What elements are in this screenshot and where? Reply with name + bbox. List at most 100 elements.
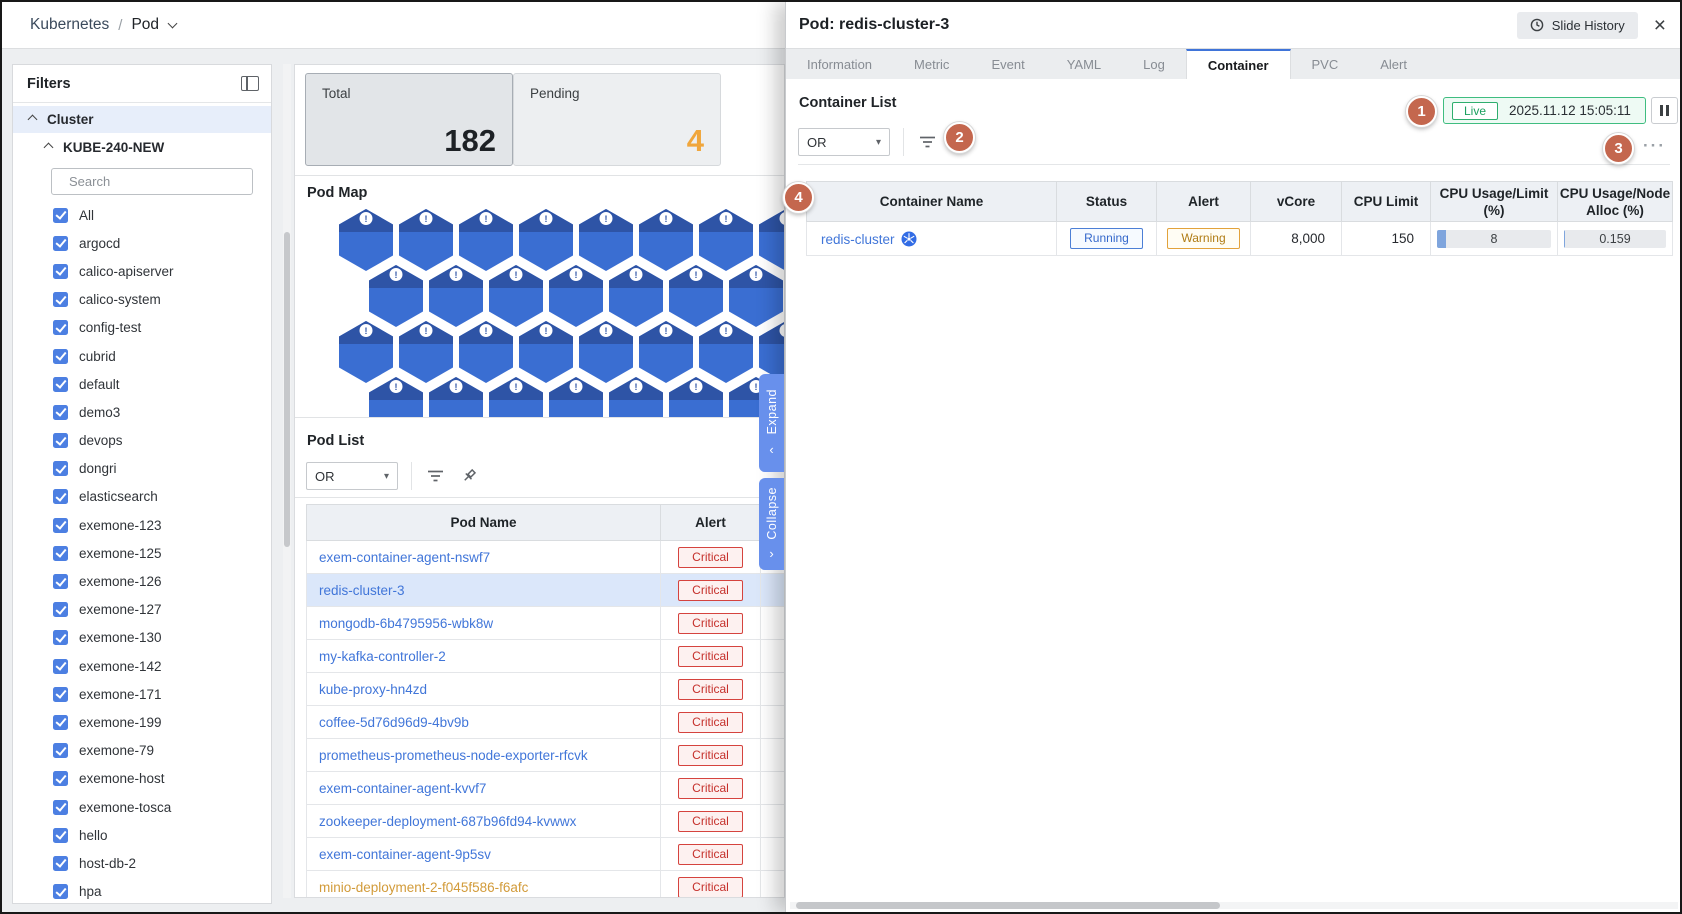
namespace-checkbox-item[interactable]: exemone-127 <box>53 596 271 624</box>
checkbox-checked-icon[interactable] <box>53 658 68 674</box>
chevron-up-icon[interactable] <box>43 142 54 153</box>
pod-hexagon[interactable]: ! <box>339 321 393 383</box>
table-row[interactable]: zookeeper-deployment-687b96fd94-kvwwx Cri… <box>306 804 784 838</box>
namespace-checkbox-item[interactable]: hello <box>53 821 271 849</box>
filter-icon[interactable] <box>427 469 444 483</box>
namespace-checkbox-item[interactable]: devops <box>53 427 271 455</box>
pod-hexagon[interactable]: ! <box>579 321 633 383</box>
checkbox-checked-icon[interactable] <box>53 376 68 392</box>
more-options-icon[interactable]: ··· <box>1643 137 1666 154</box>
namespace-checkbox-item[interactable]: exemone-130 <box>53 624 271 652</box>
search-input[interactable] <box>69 174 245 189</box>
checkbox-checked-icon[interactable] <box>53 686 68 702</box>
filter-operator-select[interactable]: OR ▾ <box>306 462 398 490</box>
namespace-checkbox-item[interactable]: calico-apiserver <box>53 257 271 285</box>
table-row[interactable]: mongodb-6b4795956-wbk8w Critical <box>306 606 784 640</box>
pod-hexagon[interactable]: ! <box>699 209 753 271</box>
checkbox-checked-icon[interactable] <box>53 827 68 843</box>
pod-name-link[interactable]: exem-container-agent-kvvf7 <box>319 781 486 796</box>
vertical-scrollbar[interactable] <box>283 64 291 898</box>
pod-hexagon[interactable]: ! <box>369 377 423 417</box>
column-header[interactable]: Status <box>1056 181 1157 222</box>
pod-hexagon[interactable]: ! <box>609 377 663 417</box>
pod-name-link[interactable]: mongodb-6b4795956-wbk8w <box>319 616 493 631</box>
filter-icon[interactable] <box>919 135 936 149</box>
checkbox-checked-icon[interactable] <box>53 320 68 336</box>
container-name-link[interactable]: redis-cluster <box>821 232 895 247</box>
pod-name-link[interactable]: exem-container-agent-nswf7 <box>319 550 490 565</box>
pod-hexagon[interactable]: ! <box>489 377 543 417</box>
table-row[interactable]: my-kafka-controller-2 Critical <box>306 639 784 673</box>
tab-container[interactable]: Container <box>1185 49 1291 79</box>
pod-hexagon[interactable]: ! <box>489 265 543 327</box>
namespace-checkbox-item[interactable]: elasticsearch <box>53 483 271 511</box>
namespace-checkbox-item[interactable]: exemone-126 <box>53 567 271 595</box>
pod-hexagon[interactable]: ! <box>609 265 663 327</box>
pod-hexagon[interactable]: ! <box>399 209 453 271</box>
checkbox-checked-icon[interactable] <box>53 292 68 308</box>
column-header[interactable]: Alert <box>660 504 761 541</box>
slide-history-button[interactable]: Slide History <box>1516 11 1638 39</box>
expand-panel-tab[interactable]: Expand ‹ <box>759 374 784 472</box>
chevron-up-icon[interactable] <box>27 114 38 125</box>
pause-button[interactable] <box>1651 97 1678 124</box>
tab-yaml[interactable]: YAML <box>1046 49 1122 79</box>
tab-information[interactable]: Information <box>786 49 893 79</box>
namespace-checkbox-item[interactable]: exemone-79 <box>53 737 271 765</box>
namespace-checkbox-item[interactable]: default <box>53 370 271 398</box>
checkbox-checked-icon[interactable] <box>53 235 68 251</box>
namespace-checkbox-item[interactable]: calico-system <box>53 286 271 314</box>
checkbox-checked-icon[interactable] <box>53 263 68 279</box>
namespace-checkbox-item[interactable]: All <box>53 201 271 229</box>
filter-operator-select[interactable]: OR ▾ <box>798 128 890 156</box>
checkbox-checked-icon[interactable] <box>53 799 68 815</box>
checkbox-checked-icon[interactable] <box>53 630 68 646</box>
namespace-checkbox-item[interactable]: host-db-2 <box>53 849 271 877</box>
column-header[interactable]: Container Name <box>806 181 1057 222</box>
checkbox-checked-icon[interactable] <box>53 714 68 730</box>
pod-hexagon[interactable]: ! <box>579 209 633 271</box>
checkbox-checked-icon[interactable] <box>53 884 68 900</box>
namespace-checkbox-item[interactable]: exemone-123 <box>53 511 271 539</box>
table-row[interactable]: coffee-5d76d96d9-4bv9b Critical <box>306 705 784 739</box>
column-header[interactable]: Alert <box>1156 181 1251 222</box>
checkbox-checked-icon[interactable] <box>53 855 68 871</box>
table-row[interactable]: prometheus-prometheus-node-exporter-rfcv… <box>306 738 784 772</box>
pod-name-link[interactable]: my-kafka-controller-2 <box>319 649 446 664</box>
namespace-checkbox-item[interactable]: exemone-125 <box>53 539 271 567</box>
tree-node-cluster[interactable]: Cluster <box>13 106 271 133</box>
scrollbar-thumb[interactable] <box>284 232 290 547</box>
namespace-checkbox-item[interactable]: dongri <box>53 455 271 483</box>
close-icon[interactable]: × <box>1654 15 1666 36</box>
checkbox-checked-icon[interactable] <box>53 461 68 477</box>
checkbox-checked-icon[interactable] <box>53 433 68 449</box>
pending-card[interactable]: Pending 4 <box>513 73 721 166</box>
checkbox-checked-icon[interactable] <box>53 404 68 420</box>
column-header[interactable]: CPU Limit <box>1341 181 1431 222</box>
namespace-checkbox-item[interactable]: cubrid <box>53 342 271 370</box>
pod-hexagon[interactable]: ! <box>429 377 483 417</box>
checkbox-checked-icon[interactable] <box>53 517 68 533</box>
pod-name-link[interactable]: prometheus-prometheus-node-exporter-rfcv… <box>319 748 588 763</box>
namespace-checkbox-item[interactable]: exemone-142 <box>53 652 271 680</box>
table-row[interactable]: redis-cluster-3 Critical <box>306 573 784 607</box>
pod-hexagon[interactable]: ! <box>669 265 723 327</box>
pod-name-link[interactable]: minio-deployment-2-f045f586-f6afc <box>319 880 528 895</box>
namespace-checkbox-item[interactable]: argocd <box>53 229 271 257</box>
pod-hexagon[interactable]: ! <box>669 377 723 417</box>
total-card[interactable]: Total 182 <box>305 73 513 166</box>
collapse-panel-tab[interactable]: Collapse › <box>759 478 784 570</box>
table-row[interactable]: redis-cluster Running Warning 8,000 150 8 0.15… <box>806 221 1673 256</box>
pod-hexagon[interactable]: ! <box>429 265 483 327</box>
pod-hexagon[interactable]: ! <box>519 209 573 271</box>
pod-hexagon[interactable]: ! <box>639 321 693 383</box>
collapse-panel-icon[interactable] <box>241 76 259 91</box>
pod-name-link[interactable]: zookeeper-deployment-687b96fd94-kvwwx <box>319 814 576 829</box>
pod-hexagon[interactable]: ! <box>729 265 783 327</box>
namespace-search[interactable] <box>51 168 253 195</box>
pod-hexagon[interactable]: ! <box>549 265 603 327</box>
checkbox-checked-icon[interactable] <box>53 489 68 505</box>
table-row[interactable]: exem-container-agent-kvvf7 Critical <box>306 771 784 805</box>
column-header[interactable]: vCore <box>1250 181 1342 222</box>
pod-name-link[interactable]: kube-proxy-hn4zd <box>319 682 427 697</box>
